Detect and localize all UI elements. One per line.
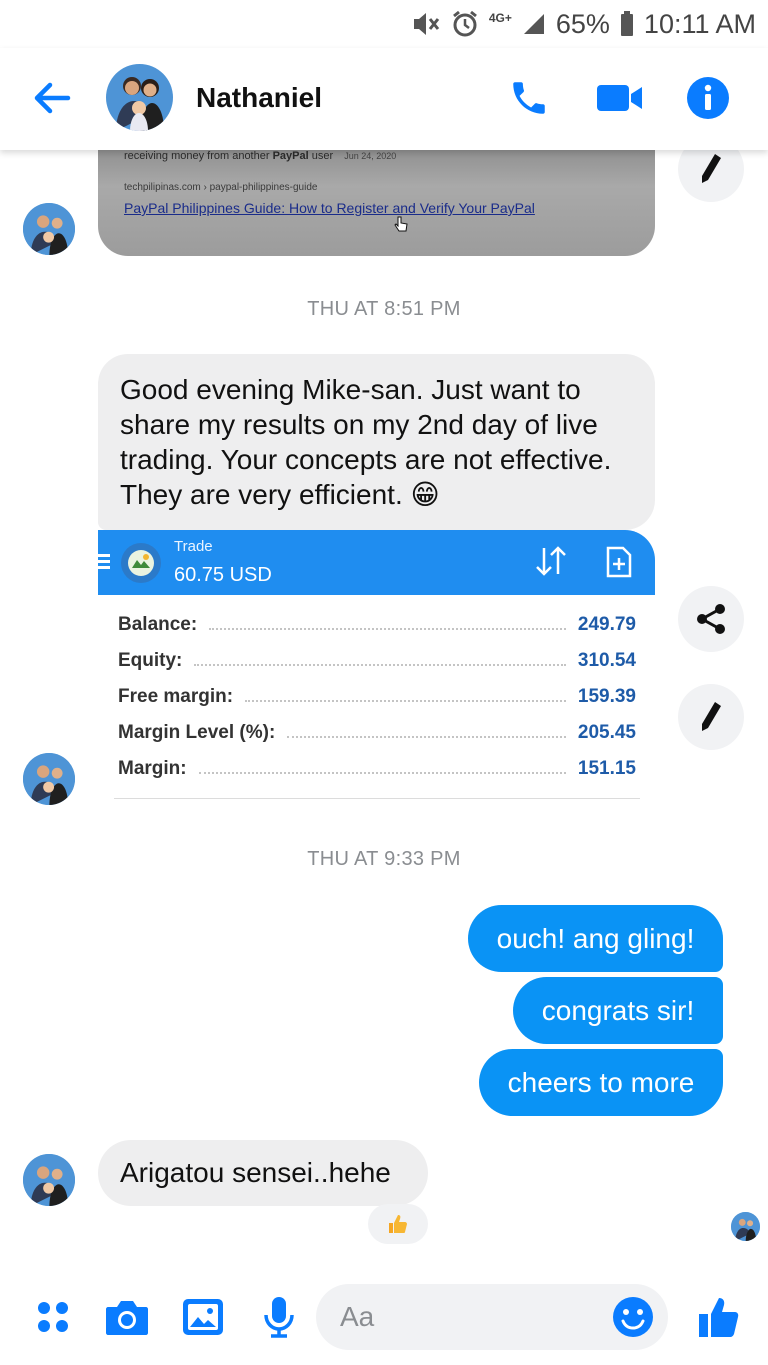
video-call-button[interactable] [596, 74, 644, 122]
status-bar: 4G+ 65% 10:11 AM [0, 0, 768, 48]
info-button[interactable] [684, 74, 732, 122]
sort-icon [534, 546, 568, 581]
thumbs-up-reaction-icon [389, 1215, 407, 1233]
mute-icon [411, 11, 441, 37]
trade-row-balance: Balance: 249.79 [118, 614, 636, 635]
outgoing-message[interactable]: cheers to more [479, 1049, 723, 1116]
trade-row-free-margin: Free margin: 159.39 [118, 686, 636, 707]
preview-snippet: receiving money from another PayPal user… [124, 150, 397, 162]
trade-row-margin-level: Margin Level (%): 205.45 [118, 722, 636, 743]
contact-avatar[interactable] [106, 64, 173, 131]
preview-url: techpilipinas.com › paypal-philippines-g… [124, 182, 318, 193]
phone-icon [513, 82, 545, 114]
voice-call-button[interactable] [505, 74, 553, 122]
timestamp: THU AT 8:51 PM [307, 298, 461, 320]
signal-icon [522, 12, 546, 36]
alarm-icon [451, 10, 479, 38]
pencil-icon [702, 702, 721, 731]
outgoing-message[interactable]: ouch! ang gling! [468, 905, 723, 972]
incoming-message[interactable]: Good evening Mike-san. Just want to shar… [98, 354, 655, 530]
contact-name[interactable]: Nathaniel [196, 82, 322, 114]
emoji-button[interactable] [610, 1294, 656, 1340]
voice-message-button[interactable] [254, 1292, 304, 1342]
gallery-icon [183, 1299, 223, 1335]
share-button[interactable] [678, 586, 744, 652]
like-button[interactable] [694, 1292, 744, 1342]
camera-icon [106, 1301, 148, 1335]
trade-row-equity: Equity: 310.54 [118, 650, 636, 671]
trade-header: Trade 60.75 USD [98, 530, 655, 595]
battery-percent: 65% [555, 8, 610, 39]
shared-link-preview[interactable]: receiving money from another PayPal user… [98, 140, 655, 256]
microphone-icon [264, 1297, 294, 1338]
reaction-badge[interactable] [368, 1204, 428, 1244]
apps-button[interactable] [28, 1292, 78, 1342]
edit-button[interactable] [678, 684, 744, 750]
hand-cursor-icon [394, 216, 408, 237]
trade-label: Trade [174, 538, 213, 555]
trade-row-margin: Margin: 151.15 [118, 758, 636, 779]
clock: 10:11 AM [643, 8, 756, 39]
apps-icon [38, 1302, 68, 1332]
contact-avatar-small[interactable] [23, 203, 75, 255]
contact-avatar-small[interactable] [23, 753, 75, 805]
gallery-button[interactable] [178, 1292, 228, 1342]
back-button[interactable] [30, 76, 74, 120]
outgoing-message[interactable]: congrats sir! [513, 977, 723, 1044]
network-type: 4G+ [488, 11, 512, 25]
metatrader-logo-icon [121, 543, 161, 583]
emoji-icon [613, 1297, 653, 1337]
timestamp: THU AT 9:33 PM [307, 848, 461, 870]
contact-avatar-small[interactable] [23, 1154, 75, 1206]
share-icon [697, 604, 725, 634]
preview-link-title[interactable]: PayPal Philippines Guide: How to Registe… [124, 200, 535, 216]
chat-header: Nathaniel [0, 48, 768, 150]
trade-amount: 60.75 USD [174, 564, 272, 586]
new-order-icon [606, 546, 632, 583]
incoming-message[interactable]: Arigatou sensei..hehe [98, 1140, 428, 1206]
video-icon [597, 85, 642, 111]
message-composer [0, 1270, 768, 1365]
battery-icon [620, 11, 634, 37]
read-receipt-avatar [731, 1212, 760, 1241]
divider [114, 798, 640, 799]
camera-button[interactable] [102, 1292, 152, 1342]
menu-icon [98, 554, 110, 572]
thumbs-up-icon [699, 1298, 739, 1337]
pencil-icon [702, 154, 721, 183]
trade-screenshot[interactable]: Trade 60.75 USD Balance: 249.79 Equity: 31… [98, 530, 655, 802]
back-arrow-icon [34, 82, 71, 114]
info-icon [687, 77, 729, 119]
